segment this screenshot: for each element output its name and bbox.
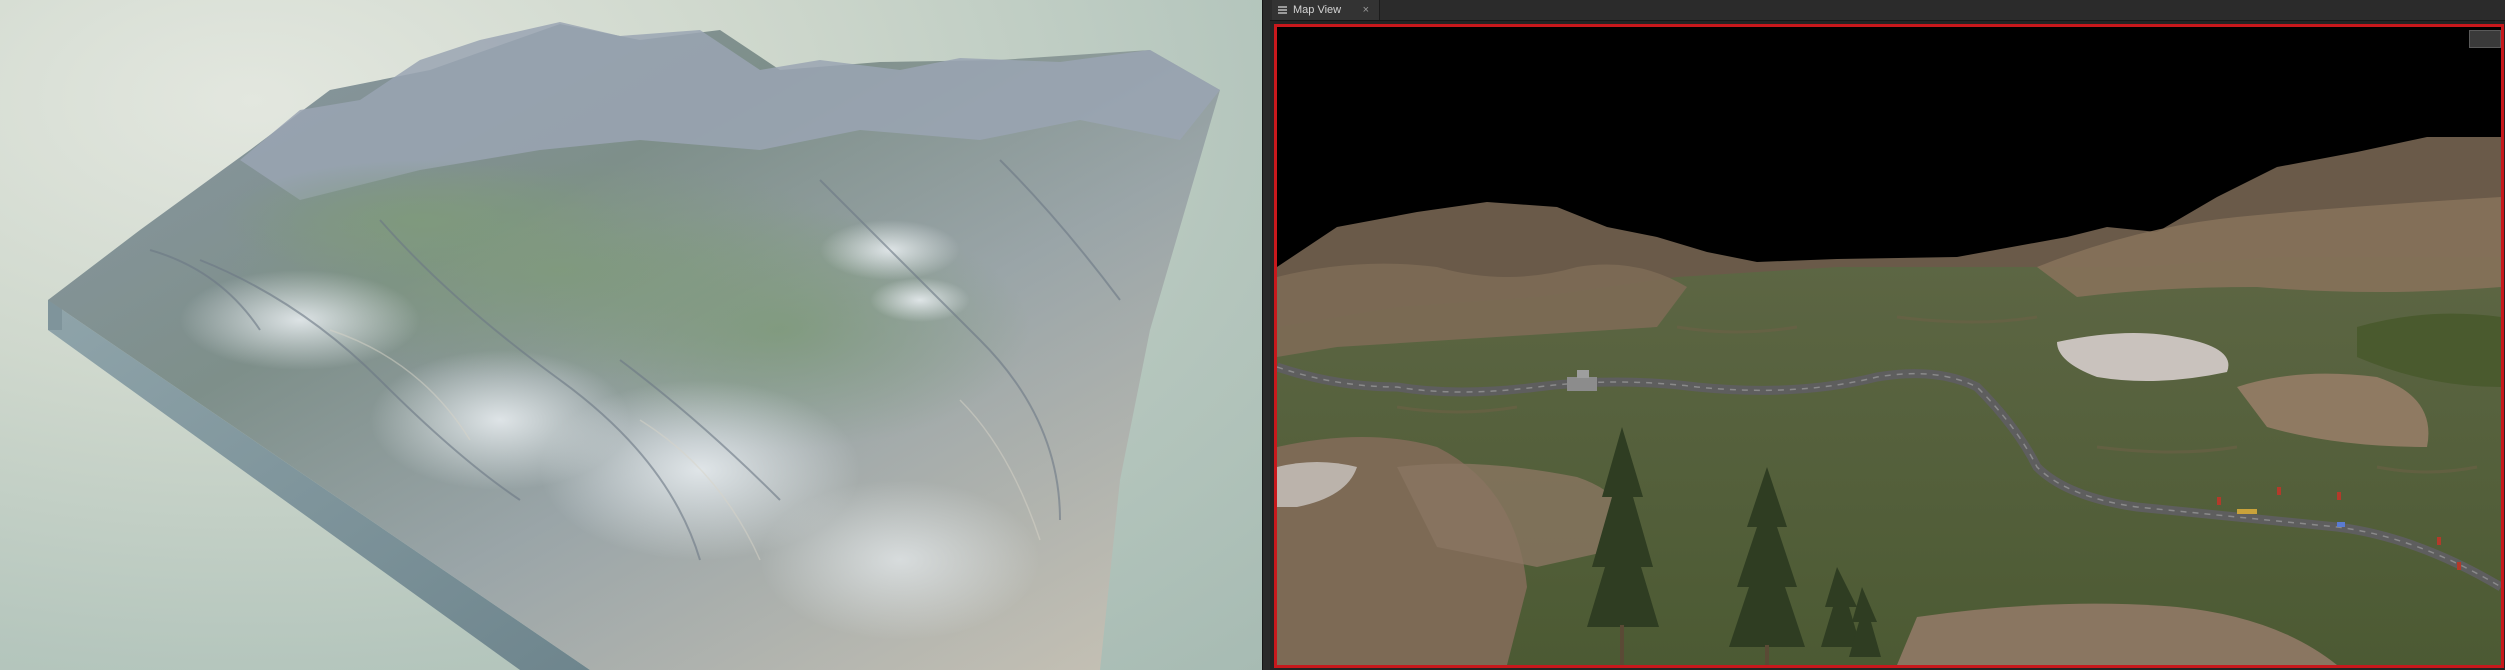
menu-icon[interactable] [1278, 5, 1287, 15]
map-view-panel: Map View × [1270, 0, 2505, 670]
close-icon[interactable]: × [1363, 0, 1369, 20]
terrain-render-view[interactable] [0, 0, 1262, 670]
terrain-block-illustration [48, 22, 1220, 670]
viewport-corner-button[interactable] [2469, 30, 2501, 48]
panel-tab-bar: Map View × [1270, 0, 2505, 21]
map-scene-illustration [1277, 27, 2501, 665]
tab-map-view[interactable]: Map View × [1272, 0, 1380, 20]
map-viewport[interactable] [1274, 24, 2504, 668]
tab-title: Map View [1293, 4, 1342, 16]
